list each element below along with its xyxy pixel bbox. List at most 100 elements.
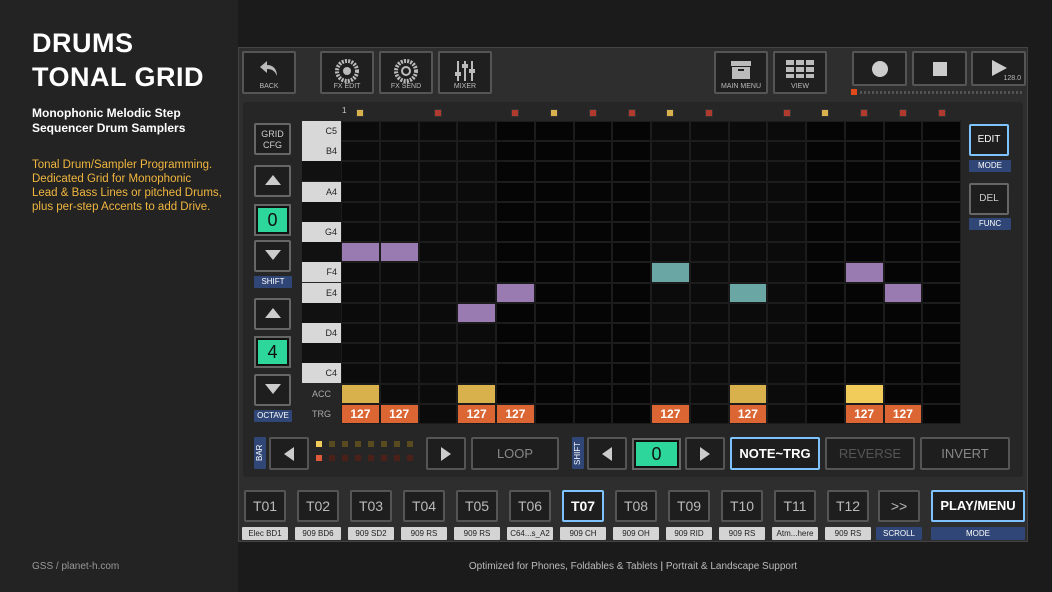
grid-cell[interactable] xyxy=(689,181,729,202)
grid-cell[interactable] xyxy=(651,222,690,243)
accent-cell-active[interactable] xyxy=(457,383,496,404)
grid-cell[interactable] xyxy=(341,323,380,344)
grid-cell[interactable] xyxy=(612,121,651,142)
grid-cell[interactable] xyxy=(379,343,419,364)
track-button[interactable]: T09 xyxy=(668,490,710,522)
grid-cell[interactable] xyxy=(651,323,690,344)
grid-cell[interactable] xyxy=(612,222,651,243)
grid-cell[interactable] xyxy=(534,242,574,263)
accent-cell[interactable] xyxy=(418,383,458,404)
trigger-cell[interactable] xyxy=(573,403,613,424)
grid-cell[interactable] xyxy=(806,323,845,344)
grid-cell[interactable] xyxy=(341,343,380,364)
grid-cell[interactable] xyxy=(496,141,535,162)
grid-cell[interactable] xyxy=(689,201,729,222)
grid-cell[interactable] xyxy=(341,141,380,162)
grid-cell[interactable] xyxy=(767,302,806,323)
grid-cell[interactable] xyxy=(341,161,380,182)
piano-key[interactable]: D4 xyxy=(302,323,341,343)
shift-next-button[interactable] xyxy=(685,437,725,470)
grid-cell[interactable] xyxy=(728,363,768,384)
grid-cell[interactable] xyxy=(806,242,845,263)
grid-cell[interactable] xyxy=(534,282,574,303)
track-button[interactable]: T05 xyxy=(456,490,498,522)
grid-cell[interactable] xyxy=(341,121,380,142)
grid-cell[interactable] xyxy=(573,302,613,323)
grid-cell[interactable] xyxy=(767,363,806,384)
shift-prev-button[interactable] xyxy=(587,437,627,470)
invert-button[interactable]: INVERT xyxy=(920,437,1010,470)
grid-cell[interactable] xyxy=(418,323,458,344)
grid-cell[interactable] xyxy=(728,343,768,364)
grid-cell[interactable] xyxy=(844,121,884,142)
bar-prev-button[interactable] xyxy=(269,437,309,470)
play-button[interactable]: 128.0 xyxy=(971,51,1026,86)
grid-cell[interactable] xyxy=(573,242,613,263)
grid-cell[interactable] xyxy=(496,181,535,202)
grid-cell[interactable] xyxy=(418,363,458,384)
trigger-cell-active[interactable]: 127 xyxy=(844,403,884,424)
shift-up-button[interactable] xyxy=(254,165,291,197)
grid-cell[interactable] xyxy=(767,282,806,303)
grid-cell[interactable] xyxy=(418,242,458,263)
grid-cell[interactable] xyxy=(922,161,961,182)
piano-key[interactable] xyxy=(302,302,341,323)
grid-cell[interactable] xyxy=(806,282,845,303)
grid-cell[interactable] xyxy=(496,343,535,364)
grid-cell[interactable] xyxy=(341,222,380,243)
grid-cell[interactable] xyxy=(651,161,690,182)
grid-cell[interactable] xyxy=(844,242,884,263)
grid-cell[interactable] xyxy=(651,201,690,222)
grid-cell[interactable] xyxy=(379,141,419,162)
grid-cell[interactable] xyxy=(728,323,768,344)
grid-cell[interactable] xyxy=(612,262,651,283)
grid-cell[interactable] xyxy=(806,201,845,222)
grid-cell[interactable] xyxy=(457,323,496,344)
piano-key[interactable]: A4 xyxy=(302,181,341,202)
grid-cell[interactable] xyxy=(689,282,729,303)
accent-cell[interactable] xyxy=(379,383,419,404)
grid-cell[interactable] xyxy=(806,363,845,384)
piano-key[interactable]: F4 xyxy=(302,262,341,283)
edit-mode-button[interactable]: EDIT xyxy=(969,124,1009,156)
grid-cell[interactable] xyxy=(883,121,923,142)
piano-key[interactable] xyxy=(302,242,341,263)
trigger-cell[interactable] xyxy=(534,403,574,424)
grid-cell[interactable] xyxy=(767,242,806,263)
note-cell[interactable] xyxy=(341,242,380,263)
view-button[interactable]: VIEW xyxy=(773,51,827,94)
grid-cell[interactable] xyxy=(457,262,496,283)
grid-cell[interactable] xyxy=(341,262,380,283)
grid-cell[interactable] xyxy=(651,363,690,384)
grid-cell[interactable] xyxy=(457,181,496,202)
grid-cell[interactable] xyxy=(534,363,574,384)
trigger-cell-active[interactable]: 127 xyxy=(341,403,380,424)
grid-cell[interactable] xyxy=(767,323,806,344)
grid-cell[interactable] xyxy=(767,201,806,222)
grid-cell[interactable] xyxy=(457,282,496,303)
grid-cell[interactable] xyxy=(573,323,613,344)
track-button[interactable]: T03 xyxy=(350,490,392,522)
octave-down-button[interactable] xyxy=(254,374,291,406)
grid-cell[interactable] xyxy=(534,222,574,243)
grid-cell[interactable] xyxy=(418,343,458,364)
bar-next-button[interactable] xyxy=(426,437,466,470)
grid-cell[interactable] xyxy=(806,343,845,364)
grid-cell[interactable] xyxy=(844,222,884,243)
grid-cell[interactable] xyxy=(883,363,923,384)
grid-cell[interactable] xyxy=(379,161,419,182)
shift-down-button[interactable] xyxy=(254,240,291,272)
fx-edit-button[interactable]: FX EDIT xyxy=(320,51,374,94)
track-button[interactable]: T02 xyxy=(297,490,339,522)
grid-cell[interactable] xyxy=(418,121,458,142)
grid-cell[interactable] xyxy=(651,121,690,142)
grid-cell[interactable] xyxy=(457,343,496,364)
grid-cell[interactable] xyxy=(573,201,613,222)
track-button[interactable]: T08 xyxy=(615,490,657,522)
scroll-button[interactable]: >> xyxy=(878,490,920,522)
trigger-cell[interactable] xyxy=(767,403,806,424)
piano-key[interactable]: G4 xyxy=(302,222,341,242)
grid-cell[interactable] xyxy=(496,323,535,344)
grid-cfg-button[interactable]: GRID CFG xyxy=(254,123,291,155)
grid-cell[interactable] xyxy=(379,282,419,303)
